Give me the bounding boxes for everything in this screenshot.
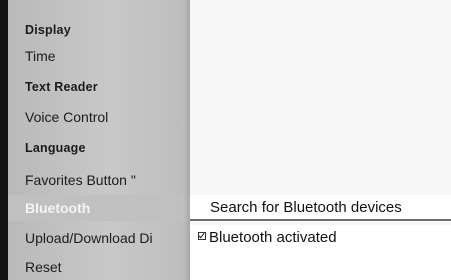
menu-item-reset[interactable]: Reset: [8, 254, 190, 280]
settings-menu: Display Time Text Reader Voice Control L…: [8, 0, 190, 280]
search-bluetooth-devices-option[interactable]: Search for Bluetooth devices: [190, 195, 451, 221]
menu-item-time[interactable]: Time: [8, 43, 190, 69]
menu-item-bluetooth[interactable]: Bluetooth: [8, 195, 190, 221]
menu-item-language[interactable]: Language: [8, 135, 190, 161]
empty-list-area: [190, 251, 451, 280]
checkbox-checked-icon[interactable]: [198, 232, 206, 240]
bluetooth-activated-label: Bluetooth activated: [209, 229, 337, 246]
menu-item-text-reader[interactable]: Text Reader: [8, 74, 190, 100]
menu-item-voice-control[interactable]: Voice Control: [8, 104, 190, 130]
bluetooth-activated-option[interactable]: Bluetooth activated: [190, 225, 451, 251]
menu-item-favorites-button[interactable]: Favorites Button ": [8, 167, 190, 193]
bluetooth-submenu-panel: Search for Bluetooth devices Bluetooth a…: [190, 0, 451, 280]
settings-screen: Display Time Text Reader Voice Control L…: [0, 0, 451, 280]
search-bluetooth-devices-label: Search for Bluetooth devices: [210, 199, 402, 216]
menu-item-upload-download[interactable]: Upload/Download Di: [8, 225, 190, 251]
menu-divider-shadow: [183, 0, 190, 280]
left-edge-bar: [0, 0, 8, 280]
menu-item-display[interactable]: Display: [8, 17, 190, 43]
